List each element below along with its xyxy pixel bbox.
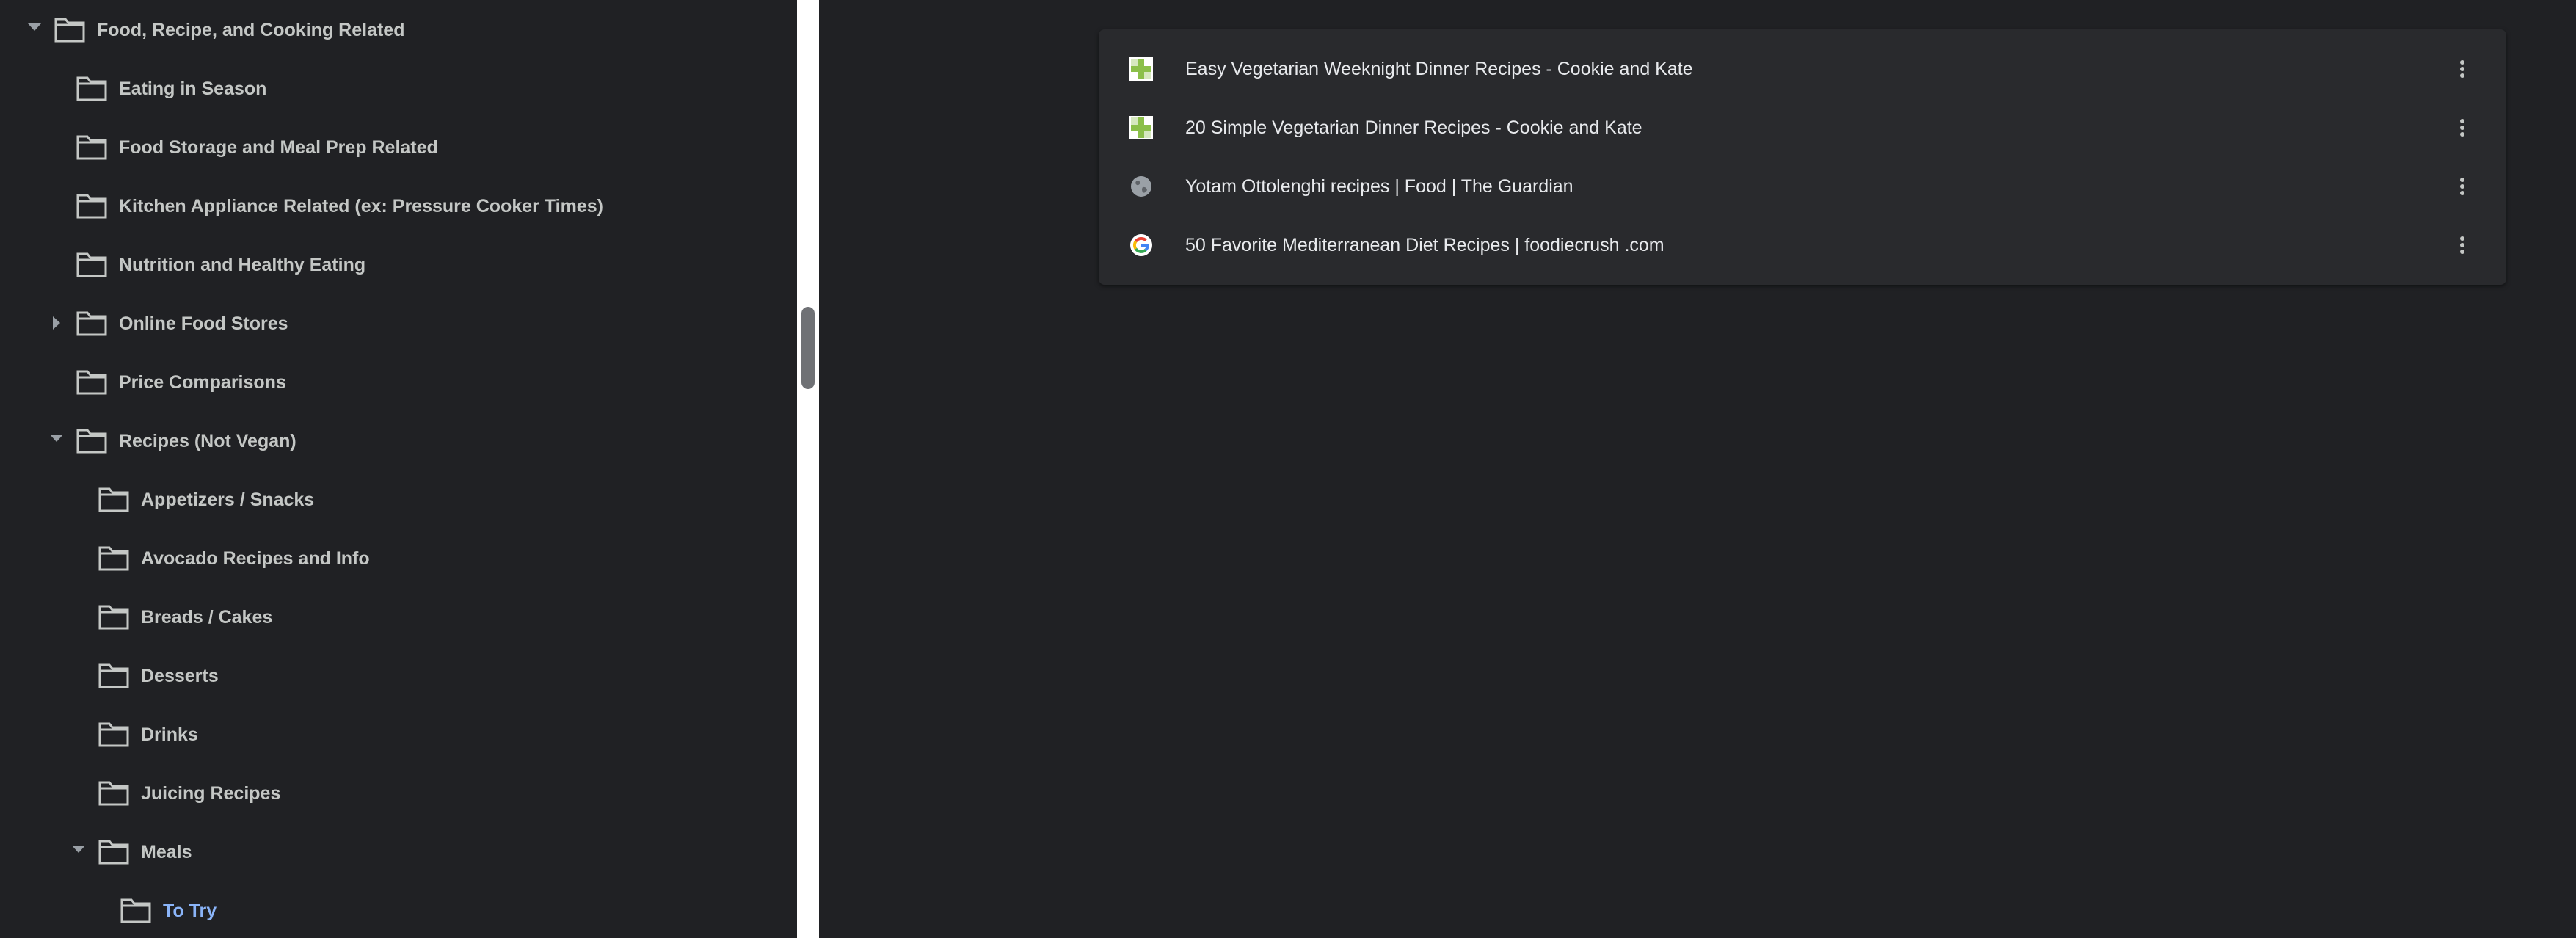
bookmark-title: 50 Favorite Mediterranean Diet Recipes |… bbox=[1185, 235, 1664, 255]
bookmark-list-pane: Easy Vegetarian Weeknight Dinner Recipes… bbox=[819, 0, 2576, 938]
chevron-down-icon[interactable] bbox=[28, 23, 41, 31]
tree-item-kitchen-appliance[interactable]: Kitchen Appliance Related (ex: Pressure … bbox=[0, 176, 797, 235]
tree-item-juicing[interactable]: Juicing Recipes bbox=[0, 763, 797, 822]
bookmark-title: Yotam Ottolenghi recipes | Food | The Gu… bbox=[1185, 176, 1573, 197]
folder-icon bbox=[76, 252, 107, 277]
sidebar-scrollbar[interactable] bbox=[801, 307, 815, 389]
folder-icon bbox=[98, 722, 129, 747]
folder-icon bbox=[98, 781, 129, 806]
google-icon bbox=[1130, 234, 1152, 256]
folder-icon bbox=[98, 840, 129, 865]
chevron-down-icon[interactable] bbox=[72, 846, 85, 853]
more-options-icon[interactable] bbox=[2448, 230, 2477, 260]
tree-item-breads-cakes[interactable]: Breads / Cakes bbox=[0, 587, 797, 646]
globe-icon bbox=[1131, 176, 1151, 197]
tree-item-online-food-stores[interactable]: Online Food Stores bbox=[0, 294, 797, 352]
tree-item-desserts[interactable]: Desserts bbox=[0, 646, 797, 705]
tree-item-drinks[interactable]: Drinks bbox=[0, 705, 797, 763]
tree-item-to-try[interactable]: To Try bbox=[0, 881, 797, 938]
tree-item-price-comparisons[interactable]: Price Comparisons bbox=[0, 352, 797, 411]
bookmark-list: Easy Vegetarian Weeknight Dinner Recipes… bbox=[1099, 29, 2506, 285]
bookmark-row[interactable]: Yotam Ottolenghi recipes | Food | The Gu… bbox=[1099, 157, 2506, 216]
folder-icon bbox=[98, 546, 129, 571]
bookmark-row[interactable]: 20 Simple Vegetarian Dinner Recipes - Co… bbox=[1099, 98, 2506, 157]
folder-icon bbox=[76, 370, 107, 395]
chevron-down-icon[interactable] bbox=[50, 435, 63, 442]
cookie-and-kate-favicon bbox=[1129, 116, 1153, 139]
bookmark-title: Easy Vegetarian Weeknight Dinner Recipes… bbox=[1185, 59, 1693, 79]
tree-item-appetizers[interactable]: Appetizers / Snacks bbox=[0, 470, 797, 528]
tree-item-label: Food, Recipe, and Cooking Related bbox=[97, 20, 405, 40]
tree-item-label: Food Storage and Meal Prep Related bbox=[119, 137, 438, 158]
tree-item-label: Eating in Season bbox=[119, 79, 267, 99]
tree-item-label: Meals bbox=[141, 842, 192, 862]
folder-tree: Food, Recipe, and Cooking Related Eating… bbox=[0, 0, 797, 938]
tree-item-label: Recipes (Not Vegan) bbox=[119, 431, 296, 451]
tree-item-label: Kitchen Appliance Related (ex: Pressure … bbox=[119, 196, 603, 217]
pane-divider[interactable] bbox=[797, 0, 819, 938]
folder-icon bbox=[98, 605, 129, 630]
folder-icon bbox=[76, 135, 107, 160]
tree-item-label: Drinks bbox=[141, 724, 198, 745]
folder-icon bbox=[76, 76, 107, 101]
folder-icon bbox=[120, 898, 151, 923]
tree-item-label: Desserts bbox=[141, 666, 219, 686]
tree-item-label: Avocado Recipes and Info bbox=[141, 548, 370, 569]
bookmark-row[interactable]: Easy Vegetarian Weeknight Dinner Recipes… bbox=[1099, 40, 2506, 98]
tree-item-meals[interactable]: Meals bbox=[0, 822, 797, 881]
tree-item-label: Nutrition and Healthy Eating bbox=[119, 255, 366, 275]
tree-item-label: Price Comparisons bbox=[119, 372, 286, 393]
tree-item-label: Juicing Recipes bbox=[141, 783, 281, 804]
tree-item-label: Breads / Cakes bbox=[141, 607, 273, 628]
cookie-and-kate-favicon bbox=[1129, 57, 1153, 81]
bookmark-row[interactable]: 50 Favorite Mediterranean Diet Recipes |… bbox=[1099, 216, 2506, 275]
tree-item-nutrition[interactable]: Nutrition and Healthy Eating bbox=[0, 235, 797, 294]
tree-item-food-storage[interactable]: Food Storage and Meal Prep Related bbox=[0, 117, 797, 176]
bookmarks-manager: Food, Recipe, and Cooking Related Eating… bbox=[0, 0, 2576, 938]
tree-item-label: To Try bbox=[163, 901, 217, 921]
folder-icon bbox=[98, 487, 129, 512]
folder-icon bbox=[54, 18, 85, 43]
tree-item-food-recipe-cooking[interactable]: Food, Recipe, and Cooking Related bbox=[0, 0, 797, 59]
tree-item-avocado[interactable]: Avocado Recipes and Info bbox=[0, 528, 797, 587]
folder-icon bbox=[98, 663, 129, 688]
tree-item-recipes-not-vegan[interactable]: Recipes (Not Vegan) bbox=[0, 411, 797, 470]
tree-item-eating-in-season[interactable]: Eating in Season bbox=[0, 59, 797, 117]
bookmark-title: 20 Simple Vegetarian Dinner Recipes - Co… bbox=[1185, 117, 1642, 138]
folder-icon bbox=[76, 194, 107, 219]
more-options-icon[interactable] bbox=[2448, 113, 2477, 142]
more-options-icon[interactable] bbox=[2448, 54, 2477, 84]
folder-icon bbox=[76, 429, 107, 454]
folder-icon bbox=[76, 311, 107, 336]
more-options-icon[interactable] bbox=[2448, 172, 2477, 201]
tree-item-label: Appetizers / Snacks bbox=[141, 490, 315, 510]
chevron-right-icon[interactable] bbox=[53, 316, 60, 330]
tree-item-label: Online Food Stores bbox=[119, 313, 288, 334]
